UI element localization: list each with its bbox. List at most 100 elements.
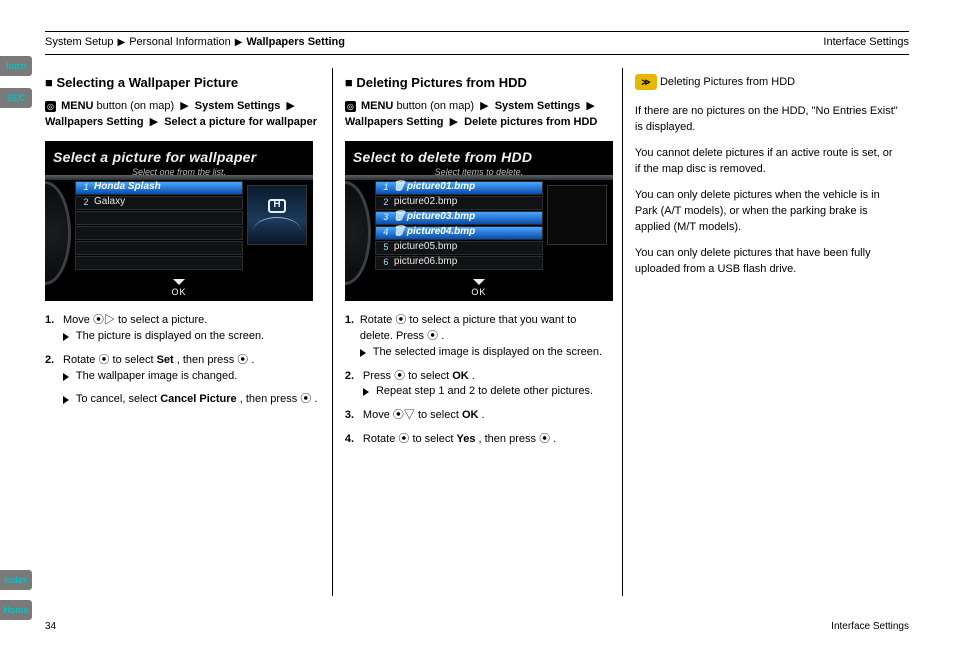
device-list-item[interactable]: 4 🗑 picture04.bmp	[375, 226, 543, 240]
note-p3: You can only delete pictures when the ve…	[635, 188, 899, 236]
note-p4: You can only delete pictures that have b…	[635, 246, 899, 278]
step-number: 1.	[45, 313, 63, 345]
device-list-item[interactable]: 1 Honda Splash	[75, 181, 243, 195]
device-item-label: Galaxy	[94, 195, 125, 210]
device-item-num: 1	[380, 181, 392, 194]
ok-label: OK	[462, 409, 479, 421]
step-text: Rotate ⦿ to select Set , then press ⦿ . …	[63, 353, 254, 385]
press-dial-icon: ⦿	[539, 433, 550, 445]
menu-arrow-icon: ▶	[480, 100, 488, 112]
device-list-item[interactable]: 6 picture06.bmp	[375, 256, 543, 270]
tab-intro[interactable]: Intro	[0, 56, 32, 76]
tab-sec[interactable]: SEC	[0, 88, 32, 108]
device-list-item-empty	[75, 241, 243, 255]
step-text: Move ⦿▷ to select a picture. The picture…	[63, 313, 264, 345]
device-item-label: picture06.bmp	[394, 255, 457, 270]
device-chrome-bar	[45, 175, 313, 180]
device-list-item-empty	[75, 256, 243, 270]
menu-tail-1: System Settings	[495, 100, 581, 112]
device-item-num: 5	[380, 241, 392, 254]
note-heading: Deleting Pictures from HDD	[660, 76, 795, 88]
note-p2: You cannot delete pictures if an active …	[635, 146, 899, 178]
menu-tail-2: Wallpapers Setting	[345, 116, 444, 128]
col2-step-4: 4. Rotate ⦿ to select Yes , then press ⦿…	[345, 432, 612, 448]
note-p1: If there are no pictures on the HDD, "No…	[635, 104, 899, 136]
t: , then press	[240, 393, 301, 405]
device-ok[interactable]: OK	[345, 279, 613, 299]
note-block: ≫ Deleting Pictures from HDD	[635, 74, 899, 96]
device-preview	[547, 185, 607, 245]
t: , then press	[479, 433, 540, 445]
tab-index[interactable]: Index	[0, 570, 32, 590]
step-text: Rotate ⦿ to select a picture that you wa…	[360, 313, 612, 361]
dial-right-icon: ⦿▷	[93, 314, 115, 326]
t: to select	[408, 370, 452, 382]
t: to select a picture.	[118, 314, 207, 326]
menu-path-rest: button (on map)	[97, 100, 175, 112]
step-text: Rotate ⦿ to select Yes , then press ⦿ .	[363, 432, 556, 448]
step-number: 1.	[345, 313, 360, 361]
step-number	[45, 392, 63, 408]
device-list-item[interactable]: 3 🗑 picture03.bmp	[375, 211, 543, 225]
t: .	[482, 409, 485, 421]
col2-step-2: 2. Press ⦿ to select OK . Repeat step 1 …	[345, 369, 612, 401]
device-list-item-empty	[75, 226, 243, 240]
t: .	[472, 370, 475, 382]
device-item-label: picture02.bmp	[394, 195, 457, 210]
device-item-num: 1	[80, 181, 92, 194]
yes-label: Yes	[456, 433, 475, 445]
bullet-arrow-icon	[63, 333, 69, 341]
t: Rotate	[363, 433, 398, 445]
press-dial-icon: ⦿	[427, 330, 438, 342]
col1-menu-path: ◎ MENU button (on map) ▶ System Settings…	[45, 99, 322, 131]
device-list: 1 🗑 picture01.bmp 2 picture02.bmp 3 🗑 pi…	[375, 181, 543, 270]
tab-home[interactable]: Home	[0, 600, 32, 620]
device-ok[interactable]: OK	[45, 279, 313, 299]
col1-cancel-note: To cancel, select Cancel Picture , then …	[45, 392, 322, 408]
header-rule-bottom	[45, 54, 909, 55]
col2-step-3: 3. Move ⦿▽ to select OK .	[345, 408, 612, 424]
menu-arrow-icon: ▶	[286, 100, 294, 112]
device-chrome-bar	[345, 175, 613, 180]
down-triangle-icon	[473, 279, 485, 285]
footer: 34 Interface Settings	[45, 621, 909, 632]
t: Move	[363, 409, 393, 421]
step-number: 3.	[345, 408, 363, 424]
step-text: Move ⦿▽ to select OK .	[363, 408, 485, 424]
rotate-dial-icon: ⦿	[398, 433, 409, 445]
header: System Setup ▶ Personal Information ▶ Wa…	[45, 36, 909, 48]
t: .	[251, 354, 254, 366]
device-ok-label: OK	[471, 287, 486, 297]
crumb-1: System Setup	[45, 36, 113, 48]
device-item-num: 2	[80, 196, 92, 209]
t: .	[314, 393, 317, 405]
dial-down-icon: ⦿▽	[393, 409, 415, 421]
header-rule-top	[45, 31, 909, 32]
device-list-item[interactable]: 2 Galaxy	[75, 196, 243, 210]
cancel-picture-label: Cancel Picture	[160, 393, 236, 405]
menu-button-label: MENU	[61, 100, 93, 112]
device-list-item[interactable]: 5 picture05.bmp	[375, 241, 543, 255]
menu-arrow-icon: ▶	[586, 100, 594, 112]
device-preview: H	[247, 185, 307, 245]
menu-tail-3: Delete pictures from HDD	[464, 116, 597, 128]
device-list-item[interactable]: 1 🗑 picture01.bmp	[375, 181, 543, 195]
trash-icon: 🗑	[394, 183, 404, 193]
t: , then press	[177, 354, 238, 366]
menu-tail-1: System Settings	[195, 100, 281, 112]
col2-step-1: 1. Rotate ⦿ to select a picture that you…	[345, 313, 612, 361]
menu-tail-3: Select a picture for wallpaper	[164, 116, 317, 128]
device-list-item[interactable]: 2 picture02.bmp	[375, 196, 543, 210]
step-number: 2.	[45, 353, 63, 385]
bullet-arrow-icon	[363, 388, 369, 396]
device-title: Select a picture for wallpaper	[53, 147, 257, 167]
footer-title: Interface Settings	[831, 621, 909, 632]
column-2: ■ Deleting Pictures from HDD ◎ MENU butt…	[332, 68, 622, 596]
rotate-dial-icon: ⦿	[98, 354, 109, 366]
trash-icon: 🗑	[394, 228, 404, 238]
t: The picture is displayed on the screen.	[76, 330, 264, 342]
t: .	[553, 433, 556, 445]
t: to select	[113, 354, 157, 366]
t: Move	[63, 314, 93, 326]
trash-icon: 🗑	[394, 213, 404, 223]
